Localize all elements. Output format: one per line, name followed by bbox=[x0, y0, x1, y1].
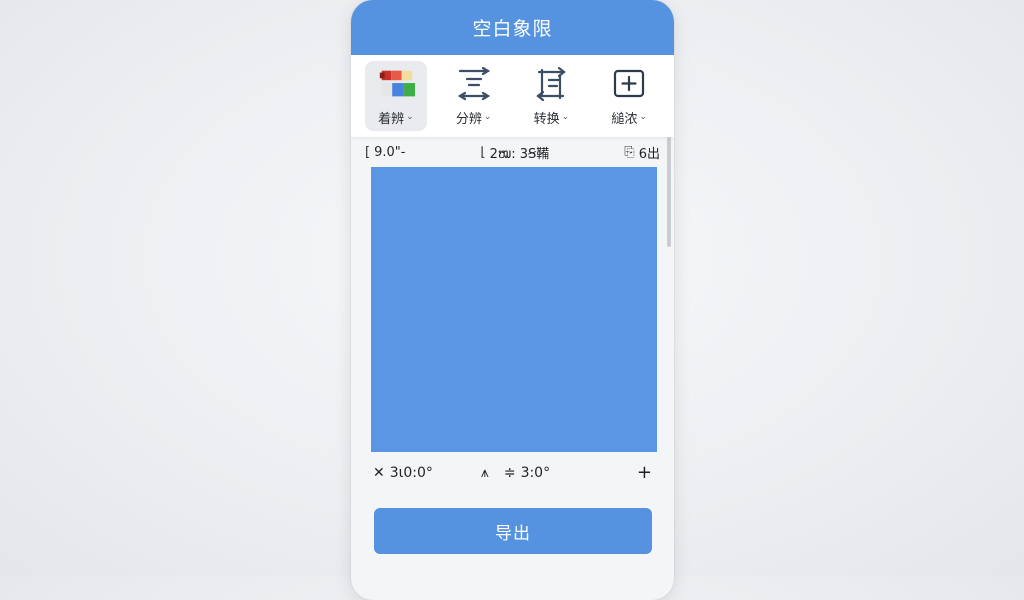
bottom-bar: ✕ 3ι0:0° ⩚ ≑ 3:0° + bbox=[373, 462, 652, 483]
page-icon: ⎘ bbox=[624, 145, 635, 160]
tool-split-label: 分辨 ⌄ bbox=[455, 111, 492, 127]
content-area: [ 9.0"- ⌊ 2ໝ: 3Ꞩ鞴 ⎘ 6出 ✕ 3ι0:0° ⩚ ≑ 3:0° bbox=[351, 137, 674, 600]
adjust-icon: ≑ bbox=[503, 464, 516, 481]
rotate-icon: ✕ bbox=[373, 464, 385, 481]
flip-icon: ⩚ bbox=[480, 464, 489, 481]
rotation-value: 3ι0:0° bbox=[389, 464, 433, 481]
stat-right: ⎘ 6出 bbox=[624, 143, 660, 162]
tool-convert[interactable]: 转换 ⌄ bbox=[520, 61, 582, 131]
stat-right-value: 6出 bbox=[638, 147, 660, 162]
phone-frame: 空白象限 着辨 ⌄ 分辨 ⌄ 转换 ⌄ 縋浓 ⌄ [9.0"- ⌊ 2ໝ: 3… bbox=[351, 0, 674, 600]
title-bar: 空白象限 bbox=[351, 0, 674, 55]
corner-icon: [ bbox=[365, 145, 371, 160]
swap-arrows-icon bbox=[531, 66, 571, 102]
export-button[interactable]: 导出 bbox=[374, 508, 652, 554]
angle-value: 3:0° bbox=[520, 464, 551, 481]
stat-middle-value: 2ໝ: 3Ꞩ鞴 bbox=[489, 147, 550, 162]
tool-split[interactable]: 分辨 ⌄ bbox=[443, 61, 505, 131]
toolbar: 着辨 ⌄ 分辨 ⌄ 转换 ⌄ 縋浓 ⌄ bbox=[351, 55, 674, 137]
stat-left: [ 9.0"- bbox=[365, 145, 405, 160]
align-lines-icon bbox=[454, 66, 494, 102]
page-title: 空白象限 bbox=[472, 18, 553, 40]
stats-row: [ 9.0"- ⌊ 2ໝ: 3Ꞩ鞴 ⎘ 6出 bbox=[365, 143, 660, 162]
angle-control[interactable]: ⩚ ≑ 3:0° bbox=[481, 465, 550, 481]
tool-convert-label: 转换 ⌄ bbox=[533, 111, 570, 127]
canvas-preview[interactable] bbox=[371, 167, 657, 452]
stat-middle: ⌊ 2ໝ: 3Ꞩ鞴 bbox=[480, 143, 549, 162]
add-square-icon bbox=[609, 66, 649, 102]
tool-color-label: 着辨 ⌄ bbox=[378, 111, 414, 127]
tool-color[interactable]: 着辨 ⌄ bbox=[364, 61, 427, 131]
scrollbar[interactable] bbox=[667, 137, 671, 247]
stat-left-value: 9.0"- bbox=[374, 145, 406, 160]
export-label: 导出 bbox=[495, 523, 531, 544]
rotation-control[interactable]: ✕ 3ι0:0° bbox=[373, 465, 433, 481]
tool-add[interactable]: 縋浓 ⌄ bbox=[598, 61, 660, 131]
add-button[interactable]: + bbox=[637, 462, 652, 483]
frame-icon: ⌊ bbox=[480, 145, 486, 160]
tool-add-label: 縋浓 ⌄ bbox=[611, 111, 647, 127]
color-palette-icon bbox=[376, 66, 416, 102]
